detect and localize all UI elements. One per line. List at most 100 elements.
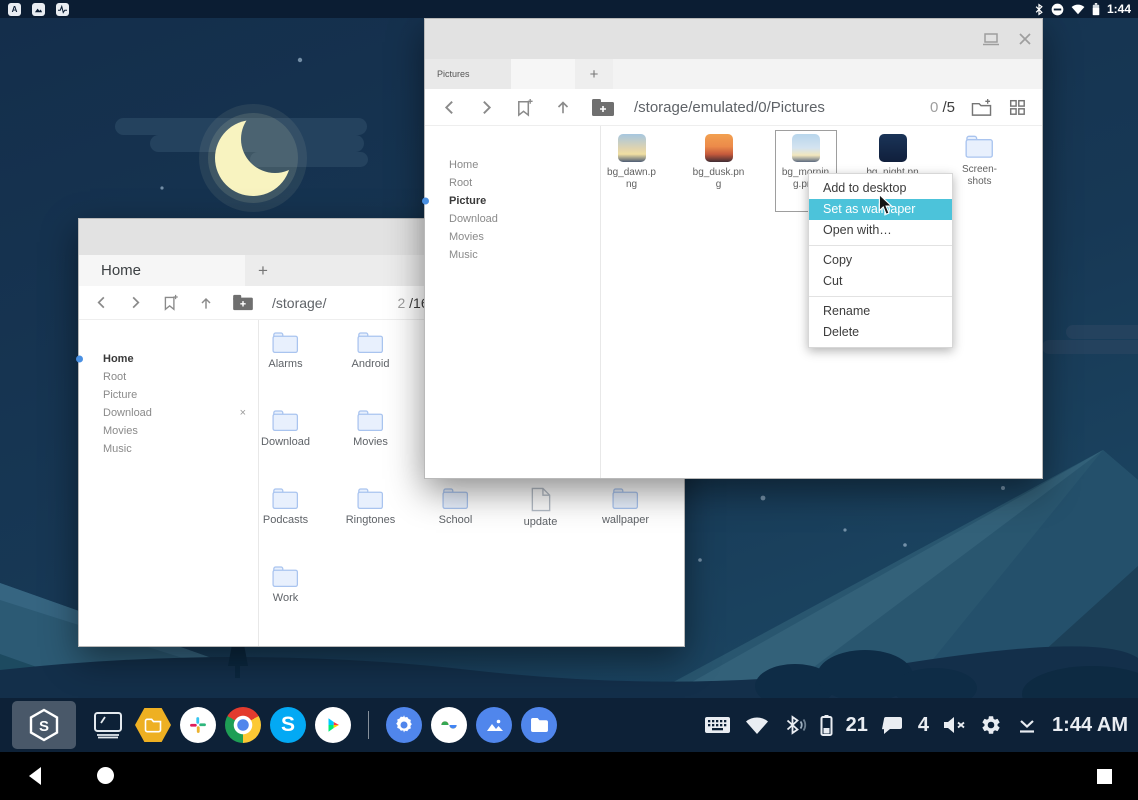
svg-text:S: S — [39, 718, 49, 735]
sidebar-item-music[interactable]: Music — [425, 246, 600, 264]
wifi-icon[interactable] — [1071, 3, 1085, 15]
sidebar-item-root[interactable]: Root — [425, 174, 600, 192]
bookmark-add-icon[interactable] — [162, 294, 179, 311]
folder-tile[interactable]: Work — [270, 561, 301, 639]
folder-icon — [357, 409, 384, 432]
folder-tile[interactable]: Ringtones — [344, 483, 398, 561]
file-name: bg_dawn.png — [605, 167, 659, 191]
forward-button[interactable] — [128, 295, 143, 310]
new-tab-button[interactable]: + — [245, 255, 281, 286]
gallery-app-icon[interactable] — [476, 707, 512, 743]
do-not-disturb-icon[interactable] — [1051, 3, 1064, 16]
notifications-icon[interactable] — [881, 714, 905, 736]
image-file-tile[interactable]: bg_dusk.png — [688, 130, 750, 212]
up-directory-button[interactable] — [198, 295, 214, 311]
folder-tile[interactable]: Screen­shots — [949, 130, 1011, 212]
menu-item-copy[interactable]: Copy — [809, 250, 952, 271]
play-store-app-icon[interactable] — [315, 707, 351, 743]
sidebar-item-picture[interactable]: Picture — [425, 192, 600, 210]
file-name: bg_dusk.png — [692, 167, 746, 191]
image-file-tile[interactable]: bg_dawn.png — [601, 130, 663, 212]
notification-count: 4 — [918, 714, 929, 737]
tab-pictures[interactable]: Pictures — [425, 59, 511, 89]
up-directory-button[interactable] — [554, 98, 572, 116]
menu-item-cut[interactable]: Cut — [809, 271, 952, 292]
path-display[interactable]: /storage/emulated/0/Pictures — [634, 99, 825, 116]
folder-icon — [272, 487, 299, 510]
new-folder-button[interactable] — [233, 294, 253, 311]
sidebar-label: Movies — [103, 425, 138, 437]
nav-recents-button[interactable] — [1097, 769, 1112, 784]
grid-view-button[interactable] — [1008, 98, 1026, 116]
settings-gear-icon[interactable] — [980, 714, 1002, 736]
menu-item-rename[interactable]: Rename — [809, 301, 952, 322]
taskbar-separator — [368, 711, 369, 739]
menu-item-delete[interactable]: Delete — [809, 322, 952, 343]
sidebar-label: Music — [103, 443, 132, 455]
folder-tile[interactable]: wallpaper — [600, 483, 651, 561]
chrome-app-icon[interactable] — [225, 707, 261, 743]
new-folder-outline-button[interactable] — [971, 98, 992, 117]
image-notification-icon[interactable] — [32, 3, 45, 16]
app-launcher-button[interactable]: S — [12, 701, 76, 749]
sidebar-item-home[interactable]: Home — [425, 156, 600, 174]
image-thumbnail — [618, 134, 646, 162]
new-tab-button[interactable]: + — [575, 59, 613, 89]
file-name: Work — [273, 592, 298, 605]
menu-item-open-with[interactable]: Open with… — [809, 220, 952, 241]
folder-tile[interactable]: School — [437, 483, 475, 561]
close-window-button[interactable] — [1008, 19, 1042, 59]
sidebar-item-movies[interactable]: Movies — [425, 228, 600, 246]
activity-notification-icon[interactable] — [56, 3, 69, 16]
nav-back-button[interactable] — [28, 766, 42, 791]
keyboard-icon[interactable] — [704, 715, 731, 735]
restore-window-button[interactable] — [974, 19, 1008, 59]
folder-tile[interactable]: Android — [350, 327, 392, 405]
terminal-app-icon[interactable] — [90, 707, 126, 743]
sidebar-item-download[interactable]: Download× — [79, 404, 258, 422]
assistant-notification-icon[interactable]: A — [8, 3, 21, 16]
hide-taskbar-icon[interactable] — [1015, 714, 1039, 736]
settings-app-icon[interactable] — [386, 707, 422, 743]
back-button[interactable] — [94, 295, 109, 310]
sidebar-label: Download — [103, 407, 152, 419]
nav-home-button[interactable] — [97, 767, 114, 784]
image-glyph — [34, 5, 43, 14]
slack-app-icon[interactable] — [180, 707, 216, 743]
battery-icon[interactable] — [1092, 3, 1100, 16]
sidebar-item-download[interactable]: Download — [425, 210, 600, 228]
window-titlebar[interactable] — [425, 19, 1042, 59]
status-bar: A 1:44 — [0, 0, 1138, 18]
android-desktop: A 1:44 — [0, 0, 1138, 800]
sidebar-item-home[interactable]: Home — [79, 350, 258, 368]
tab-home[interactable]: Home — [79, 255, 245, 286]
file-manager-app-icon[interactable] — [135, 707, 171, 743]
folder-tile[interactable]: Alarms — [266, 327, 304, 405]
sidebar-item-root[interactable]: Root — [79, 368, 258, 386]
bluetooth-icon[interactable] — [1034, 3, 1044, 16]
skype-app-icon[interactable]: S — [270, 707, 306, 743]
plus-label: + — [590, 66, 599, 83]
new-folder-button[interactable] — [592, 98, 614, 117]
image-thumbnail — [792, 134, 820, 162]
photos-app-icon[interactable] — [431, 707, 467, 743]
sidebar-item-movies[interactable]: Movies — [79, 422, 258, 440]
folder-tile[interactable]: Podcasts — [261, 483, 310, 561]
bluetooth-icon[interactable] — [783, 714, 807, 736]
battery-icon[interactable] — [820, 714, 833, 736]
file-name: School — [439, 514, 473, 527]
item-total: /5 — [942, 99, 955, 116]
file-tile[interactable]: update — [522, 483, 560, 561]
wifi-icon[interactable] — [744, 715, 770, 735]
path-display[interactable]: /storage/ — [272, 295, 326, 311]
sidebar-item-music[interactable]: Music — [79, 440, 258, 458]
back-button[interactable] — [441, 99, 458, 116]
bookmark-add-icon[interactable] — [515, 98, 534, 117]
volume-muted-icon[interactable] — [942, 715, 967, 735]
forward-button[interactable] — [478, 99, 495, 116]
sidebar-item-picture[interactable]: Picture — [79, 386, 258, 404]
files-app-icon[interactable] — [521, 707, 557, 743]
folder-icon — [272, 331, 299, 354]
folder-tile[interactable]: Movies — [351, 405, 390, 483]
folder-tile[interactable]: Download — [259, 405, 312, 483]
